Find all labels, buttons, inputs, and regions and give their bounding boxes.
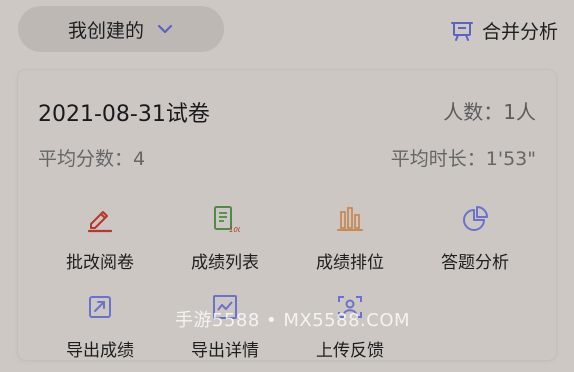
people-count: 人数：1人 <box>443 100 536 124</box>
action-export-scores[interactable]: 导出成绩 <box>40 292 160 372</box>
export-icon <box>89 296 111 318</box>
pie-chart-icon <box>463 206 488 231</box>
watermark: 手游5588 • MX5588.COM <box>175 310 411 331</box>
action-label: 答题分析 <box>441 253 509 273</box>
merge-analysis-button[interactable]: 合并分析 <box>450 13 558 47</box>
chevron-down-icon <box>157 24 173 34</box>
action-export-details[interactable]: 导出详情 <box>165 292 285 372</box>
bar-chart-icon <box>337 207 363 231</box>
action-score-list[interactable]: 100 成绩列表 <box>165 204 285 284</box>
score-list-icon: 100 <box>214 206 240 234</box>
action-score-ranking[interactable]: 成绩排位 <box>290 204 410 284</box>
filter-dropdown[interactable]: 我创建的 <box>18 6 224 52</box>
action-label: 成绩列表 <box>191 253 259 273</box>
exam-title: 2021-08-31试卷 <box>38 102 210 127</box>
action-label: 批改阅卷 <box>66 253 134 273</box>
svg-text:100: 100 <box>229 226 240 234</box>
action-grade-papers[interactable]: 批改阅卷 <box>40 204 160 284</box>
average-score: 平均分数：4 <box>38 148 146 170</box>
action-answer-analysis[interactable]: 答题分析 <box>415 204 535 284</box>
action-label: 成绩排位 <box>316 253 384 273</box>
merge-analysis-label: 合并分析 <box>481 20 558 43</box>
pencil-icon <box>87 211 113 233</box>
filter-label: 我创建的 <box>67 19 144 42</box>
action-upload-feedback[interactable]: 上传反馈 <box>290 292 410 372</box>
top-bar: 我创建的 合并分析 <box>0 0 574 60</box>
average-time: 平均时长：1'53" <box>390 148 536 170</box>
merge-analysis-icon <box>450 22 473 41</box>
